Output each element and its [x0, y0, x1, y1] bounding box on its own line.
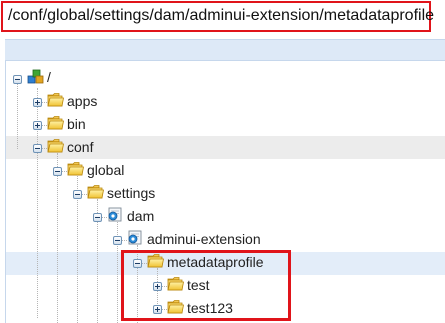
- expand-toggle-icon[interactable]: [33, 98, 42, 107]
- folder-icon: [167, 299, 184, 314]
- node-icon: [127, 230, 144, 245]
- folder-icon: [47, 138, 64, 153]
- tree-node-label: dam: [127, 208, 155, 224]
- tree-node-label: apps: [67, 93, 98, 109]
- folder-icon: [47, 92, 64, 107]
- tree-node-label: global: [87, 162, 125, 178]
- tree-node-label: adminui-extension: [147, 231, 261, 247]
- expand-toggle-icon[interactable]: [153, 282, 162, 291]
- repository-root-icon: [27, 69, 44, 84]
- tree-node-label: test123: [187, 300, 233, 316]
- folder-icon: [47, 115, 64, 130]
- path-bar[interactable]: /conf/global/settings/dam/adminui-extens…: [1, 1, 435, 32]
- collapse-toggle-icon[interactable]: [33, 144, 42, 153]
- folder-icon: [67, 161, 84, 176]
- collapse-toggle-icon[interactable]: [73, 190, 82, 199]
- collapse-toggle-icon[interactable]: [93, 213, 102, 222]
- tree-node-label: metadataprofile: [167, 254, 264, 270]
- expand-toggle-icon[interactable]: [153, 305, 162, 314]
- expand-toggle-icon[interactable]: [33, 121, 42, 130]
- collapse-toggle-icon[interactable]: [113, 236, 122, 245]
- tree-node-label: conf: [67, 139, 94, 155]
- collapse-toggle-icon[interactable]: [13, 75, 22, 84]
- tree-node-label: /: [47, 69, 51, 85]
- folder-icon: [147, 253, 164, 268]
- collapse-toggle-icon[interactable]: [133, 259, 142, 268]
- collapse-toggle-icon[interactable]: [53, 167, 62, 176]
- folder-icon: [87, 184, 104, 199]
- folder-icon: [167, 276, 184, 291]
- path-text: /conf/global/settings/dam/adminui-extens…: [8, 7, 435, 24]
- tree-node-label: bin: [67, 116, 86, 132]
- node-icon: [107, 207, 124, 222]
- tree-header-band: [5, 39, 445, 61]
- tree-node-label: settings: [107, 185, 156, 201]
- tree-node-label: test: [187, 277, 210, 293]
